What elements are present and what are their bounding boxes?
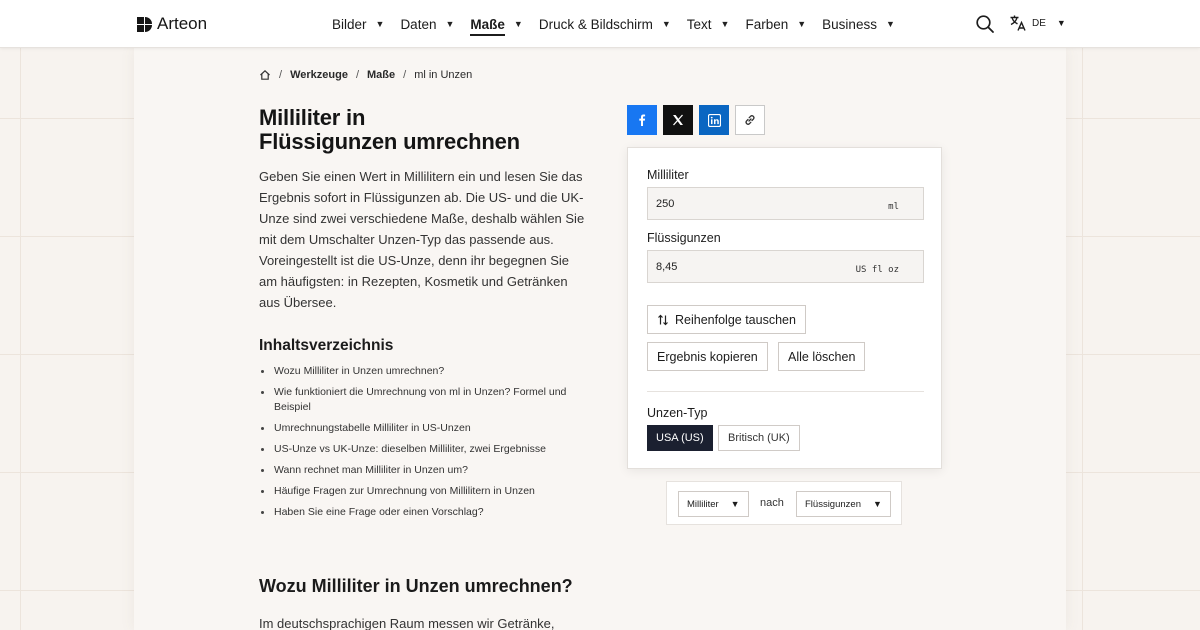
language-switcher[interactable]: DE ▼: [1009, 14, 1066, 32]
brand-name: Arteon: [157, 14, 208, 33]
breadcrumb-masse[interactable]: Maße: [367, 69, 395, 81]
share-facebook-button[interactable]: [627, 105, 657, 135]
share-x-button[interactable]: [663, 105, 693, 135]
breadcrumb-werkzeuge[interactable]: Werkzeuge: [290, 69, 348, 81]
section-paragraph: Im deutschsprachigen Raum messen wir Get…: [259, 616, 555, 630]
copy-result-button[interactable]: Ergebnis kopieren: [647, 342, 768, 371]
brand-logo[interactable]: Arteon: [137, 14, 207, 34]
caret-down-icon: ▼: [720, 19, 730, 29]
translate-icon: [1010, 15, 1026, 31]
from-unit-select[interactable]: Milliliter ▼: [678, 491, 749, 517]
caret-down-icon: ▼: [730, 499, 740, 509]
swap-icon: [658, 314, 668, 325]
nav-label: Daten: [400, 16, 437, 32]
breadcrumb-separator: /: [279, 69, 283, 81]
section-heading: Wozu Milliliter in Unzen umrechnen?: [259, 576, 573, 596]
to-unit-value: Flüssigunzen: [805, 498, 861, 510]
ounce-type-uk-toggle[interactable]: Britisch (UK): [718, 425, 800, 451]
toc-title: Inhaltsverzeichnis: [259, 337, 394, 354]
toc-item[interactable]: Wann rechnet man Milliliter in Unzen um?: [259, 463, 589, 478]
from-unit-value: Milliliter: [687, 498, 719, 510]
nav-item-business[interactable]: Business ▼: [822, 0, 895, 48]
fluid-ounces-unit: US fl oz: [855, 265, 899, 275]
share-buttons: [627, 105, 765, 135]
linkedin-icon: [707, 113, 721, 127]
nav-item-bilder[interactable]: Bilder ▼: [332, 0, 384, 48]
toc-item[interactable]: US-Unze vs UK-Unze: dieselben Milliliter…: [259, 442, 589, 457]
logo-mark-icon: [137, 16, 152, 32]
main-nav: Bilder ▼ Daten ▼ Maße ▼ Druck & Bildschirm ▼…: [332, 0, 911, 48]
top-navigation-bar: Arteon Bilder ▼ Daten ▼ Maße ▼ Druck & Bild…: [0, 0, 1200, 48]
language-code: DE: [1032, 17, 1046, 29]
facebook-icon: [639, 114, 646, 126]
page-title: Milliliter in Flüssigunzen umrechnen: [259, 106, 579, 154]
table-of-contents: Wozu Milliliter in Unzen umrechnen? Wie …: [259, 364, 589, 526]
caret-down-icon: ▼: [1056, 18, 1066, 28]
search-icon: [976, 15, 994, 33]
link-icon: [745, 115, 755, 125]
to-unit-select[interactable]: Flüssigunzen ▼: [796, 491, 891, 517]
caret-down-icon: ▼: [375, 19, 385, 29]
breadcrumb-current: ml in Unzen: [414, 69, 473, 81]
search-button[interactable]: [975, 14, 995, 34]
unit-picker-bar: Milliliter ▼ nach Flüssigunzen ▼: [666, 481, 902, 525]
toc-item[interactable]: Häufige Fragen zur Umrechnung von Millil…: [259, 484, 589, 499]
caret-down-icon: ▼: [445, 19, 455, 29]
toc-item[interactable]: Wozu Milliliter in Unzen umrechnen?: [259, 364, 589, 379]
milliliter-label: Milliliter: [647, 168, 689, 182]
milliliter-unit: ml: [888, 202, 899, 212]
toc-item[interactable]: Wie funktioniert die Umrechnung von ml i…: [259, 385, 589, 415]
nav-item-masse[interactable]: Maße ▼: [470, 0, 523, 48]
home-icon[interactable]: [259, 69, 271, 81]
nav-label: Text: [686, 16, 712, 32]
nav-item-daten[interactable]: Daten ▼: [400, 0, 454, 48]
divider: [647, 391, 924, 392]
caret-down-icon: ▼: [885, 19, 895, 29]
nav-item-text[interactable]: Text ▼: [687, 0, 730, 48]
breadcrumb-separator: /: [355, 69, 359, 81]
ounce-type-label: Unzen-Typ: [647, 406, 708, 420]
clear-all-button[interactable]: Alle löschen: [778, 342, 866, 371]
caret-down-icon: ▼: [797, 19, 807, 29]
breadcrumb: / Werkzeuge / Maße / ml in Unzen: [259, 69, 472, 81]
converter-panel: Milliliter ml Flüssigunzen US fl oz Reih…: [627, 147, 942, 469]
swap-order-label: Reihenfolge tauschen: [675, 312, 796, 327]
caret-down-icon: ▼: [872, 499, 882, 509]
page-title-line2: Flüssigunzen umrechnen: [259, 129, 520, 154]
caret-down-icon: ▼: [661, 19, 671, 29]
milliliter-field: ml: [647, 187, 924, 220]
share-linkedin-button[interactable]: [699, 105, 729, 135]
caret-down-icon: ▼: [513, 19, 523, 29]
nav-label: Bilder: [332, 16, 367, 32]
intro-paragraph: Geben Sie einen Wert in Millilitern ein …: [259, 169, 585, 310]
nav-label: Business: [822, 16, 877, 32]
toc-item[interactable]: Umrechnungstabelle Milliliter in US-Unze…: [259, 421, 589, 436]
swap-order-button[interactable]: Reihenfolge tauschen: [647, 305, 806, 334]
fluid-ounces-label: Flüssigunzen: [647, 231, 721, 245]
nav-item-druck-bildschirm[interactable]: Druck & Bildschirm ▼: [539, 0, 671, 48]
milliliter-input[interactable]: [656, 188, 836, 219]
nav-label: Farben: [745, 16, 789, 32]
page-title-line1: Milliliter in: [259, 105, 366, 130]
nav-label: Druck & Bildschirm: [538, 16, 653, 32]
fluid-ounces-field: US fl oz: [647, 250, 924, 283]
nav-label: Maße: [470, 17, 505, 36]
fluid-ounces-input[interactable]: [656, 251, 836, 282]
ounce-type-us-toggle[interactable]: USA (US): [647, 425, 713, 451]
toc-item[interactable]: Haben Sie eine Frage oder einen Vorschla…: [259, 505, 589, 520]
copy-link-button[interactable]: [735, 105, 765, 135]
nav-item-farben[interactable]: Farben ▼: [745, 0, 806, 48]
picker-connector: nach: [760, 497, 784, 509]
x-icon: [673, 114, 683, 126]
breadcrumb-separator: /: [403, 69, 407, 81]
